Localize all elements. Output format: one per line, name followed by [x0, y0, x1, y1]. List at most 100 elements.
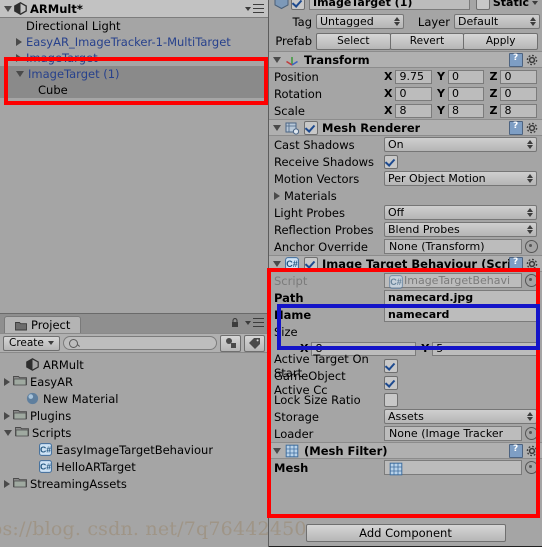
checkbox-lock-size-ratio[interactable] [384, 392, 398, 407]
lock-icon[interactable] [231, 318, 239, 327]
gameobject-name-field[interactable]: ImageTarget (1) [309, 0, 470, 10]
foldout-closed-icon[interactable] [274, 191, 280, 200]
gear-icon[interactable] [526, 54, 538, 66]
scene-foldout-icon[interactable] [4, 5, 12, 12]
dropdown-motion-vectors[interactable]: Per Object Motion [384, 171, 537, 186]
dropdown-cast-shadows[interactable]: On [384, 137, 537, 152]
component-enabled-checkbox[interactable] [304, 256, 318, 271]
component-header-transform[interactable]: Transform [269, 51, 542, 68]
help-icon[interactable] [509, 256, 523, 271]
filter-by-label-button[interactable] [244, 334, 265, 352]
hierarchy-item[interactable]: Cube [0, 82, 268, 98]
field-scale-x[interactable]: 8 [395, 103, 432, 118]
field-rotation-x[interactable]: 0 [395, 86, 432, 101]
mesh-filter-icon [389, 462, 403, 475]
hierarchy-item[interactable]: ImageTarget [0, 50, 268, 66]
foldout-closed-icon[interactable] [4, 411, 10, 420]
add-component-button[interactable]: Add Component [305, 524, 506, 542]
field-position-z[interactable]: 0 [500, 69, 537, 84]
dropdown-reflection-probes[interactable]: Blend Probes [384, 222, 537, 237]
static-checkbox[interactable] [475, 0, 490, 10]
chevron-down-icon [245, 6, 251, 11]
prefab-revert-button[interactable]: Revert [389, 32, 465, 50]
project-item[interactable]: Scripts [0, 424, 268, 441]
field-rotation-y[interactable]: 0 [447, 86, 485, 101]
object-picker-icon[interactable] [525, 427, 538, 440]
dropdown-storage[interactable]: Assets [384, 409, 537, 424]
object-field-script[interactable]: C# ImageTargetBehavi [384, 273, 522, 289]
tag-dropdown[interactable]: Untagged [316, 14, 404, 29]
foldout-closed-icon[interactable] [4, 377, 10, 386]
hierarchy-item-label: Cube [38, 83, 68, 97]
input-name[interactable]: namecard [384, 307, 537, 322]
create-label: Create [9, 337, 44, 349]
search-input[interactable] [62, 336, 217, 350]
checkbox-receive-shadows[interactable] [384, 154, 398, 169]
foldout-open-icon[interactable] [4, 429, 12, 436]
foldout-open-icon[interactable] [273, 56, 281, 63]
project-item[interactable]: Plugins [0, 407, 268, 424]
object-picker-icon[interactable] [525, 461, 538, 474]
project-item[interactable]: C# EasyImageTargetBehaviour [0, 441, 268, 458]
help-icon[interactable] [509, 120, 523, 135]
field-row-light-probes: Light Probes Off [269, 204, 542, 221]
dropdown-light-probes[interactable]: Off [384, 205, 537, 220]
hierarchy-item[interactable]: Directional Light [0, 18, 268, 34]
tab-project[interactable]: Project [4, 316, 82, 333]
object-picker-icon[interactable] [525, 240, 538, 253]
foldout-open-icon[interactable] [273, 124, 281, 131]
checkbox-gameobject-active-cc[interactable] [384, 375, 398, 390]
object-field-mesh[interactable] [384, 460, 522, 475]
project-item[interactable]: New Material [0, 390, 268, 407]
field-label: Lock Size Ratio [274, 392, 361, 407]
component-header-mesh-renderer[interactable]: Mesh Renderer [269, 119, 542, 136]
component-enabled-checkbox[interactable] [304, 120, 318, 135]
layer-dropdown[interactable]: Default [454, 14, 540, 29]
field-scale-y[interactable]: 8 [447, 103, 485, 118]
filter-by-type-button[interactable] [220, 334, 241, 352]
help-icon[interactable] [509, 52, 523, 67]
foldout-open-icon[interactable] [16, 71, 24, 77]
field-label: Size [274, 324, 298, 339]
field-rotation-z[interactable]: 0 [500, 86, 537, 101]
component-header-mesh-filter[interactable]: (Mesh Filter) [269, 442, 542, 459]
gear-icon[interactable] [526, 122, 538, 134]
foldout-closed-icon[interactable] [16, 38, 22, 46]
hierarchy-menu-button[interactable] [245, 4, 264, 13]
axis-label-x: X [384, 104, 393, 117]
help-icon[interactable] [509, 443, 523, 458]
object-field-loader[interactable]: None (Image Tracker [384, 426, 522, 441]
create-button[interactable]: Create [3, 335, 60, 351]
project-item[interactable]: StreamingAssets [0, 475, 268, 492]
project-item[interactable]: ARMult [0, 356, 268, 373]
field-scale-z[interactable]: 8 [500, 103, 537, 118]
transform-icon [285, 53, 300, 67]
field-position-y[interactable]: 0 [447, 69, 485, 84]
input-path[interactable]: namecard.jpg [384, 290, 537, 305]
field-size-y[interactable]: 5 [432, 341, 538, 356]
project-item[interactable]: C# HelloARTarget [0, 458, 268, 475]
hierarchy-item[interactable]: EasyAR_ImageTracker-1-MultiTarget [0, 34, 268, 50]
prefab-apply-button[interactable]: Apply [463, 32, 539, 50]
panel-menu-icon[interactable] [253, 318, 264, 327]
folder-icon [13, 375, 27, 388]
project-item[interactable]: EasyAR [0, 373, 268, 390]
object-field-anchor-override[interactable]: None (Transform) [384, 239, 522, 254]
foldout-closed-icon[interactable] [16, 54, 22, 62]
foldout-open-icon[interactable] [273, 447, 281, 454]
gameobject-enabled-checkbox[interactable] [291, 0, 305, 10]
foldout-closed-icon[interactable] [4, 479, 10, 488]
gear-icon[interactable] [526, 258, 538, 270]
foldout-open-icon[interactable] [273, 260, 281, 267]
hierarchy-item[interactable]: ImageTarget (1) [0, 66, 268, 82]
prefab-select-button[interactable]: Select [316, 32, 391, 50]
gear-icon[interactable] [526, 445, 538, 457]
checkbox-active-target-on-start[interactable] [384, 358, 398, 373]
add-component-area: Add Component [269, 524, 542, 542]
project-tree: ARMult EasyAR New Material Plugins Scripts C#… [0, 353, 268, 492]
component-header-image-target-behaviour-script[interactable]: C# Image Target Behaviour (Script) [269, 255, 542, 272]
chevron-down-icon[interactable] [532, 0, 538, 5]
project-item-label: Plugins [30, 408, 72, 423]
object-picker-icon[interactable] [525, 274, 538, 287]
field-position-x[interactable]: 9.75 [395, 69, 432, 84]
